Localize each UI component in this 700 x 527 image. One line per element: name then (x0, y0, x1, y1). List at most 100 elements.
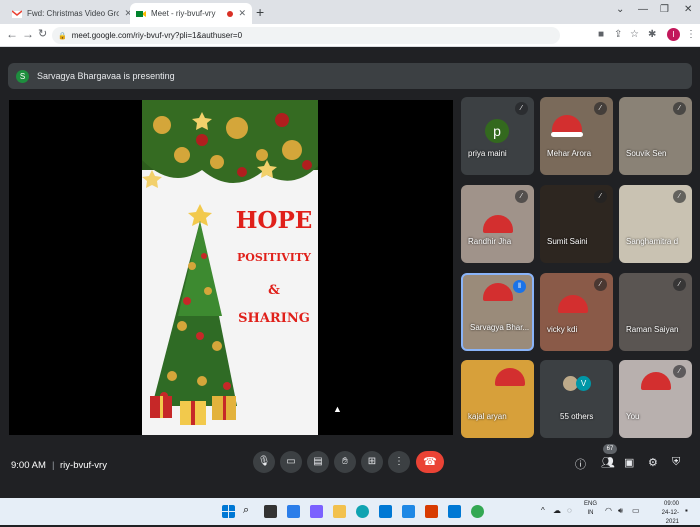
participant-name: kajal aryan (468, 412, 507, 421)
menu-kebab-icon[interactable]: ⋮ (686, 29, 696, 40)
present-button[interactable]: ⊞ (361, 451, 383, 473)
meeting-details-icon[interactable]: ⓘ (575, 456, 586, 472)
zoom-icon[interactable] (402, 505, 415, 518)
mic-muted-icon: ⁄ (594, 190, 607, 203)
mic-muted-icon: ⁄ (515, 102, 528, 115)
mic-muted-icon: ⁄ (673, 190, 686, 203)
share-icon[interactable]: ⇪ (614, 29, 622, 40)
captions-button[interactable]: ▤ (307, 451, 329, 473)
participant-name: You (626, 412, 640, 421)
participant-name: priya maini (468, 149, 507, 158)
participant-tile[interactable]: ⁄ Raman Saiyan (619, 273, 692, 351)
chrome-icon[interactable] (471, 505, 484, 518)
task-view-icon[interactable] (264, 505, 277, 518)
tab-search-icon[interactable]: ⌄ (616, 4, 624, 15)
slide-line-positivity: POSITIVITY (237, 251, 311, 264)
language-indicator[interactable]: ENG IN (584, 500, 597, 518)
search-icon[interactable]: ⌕ (243, 504, 256, 517)
participant-name: vicky kdi (547, 325, 578, 334)
mic-muted-icon: ⁄ (594, 102, 607, 115)
presenter-avatar: S (16, 69, 29, 83)
santa-hat-image (483, 215, 513, 233)
new-tab-icon[interactable]: + (256, 4, 264, 20)
participant-name: Raman Saiyan (626, 325, 679, 334)
santa-hat-image (641, 372, 671, 390)
meeting-time: 9:00 AM (11, 460, 46, 471)
participant-tile-self[interactable]: ⁄ You (619, 360, 692, 438)
chat-icon[interactable]: ▣ (624, 456, 634, 469)
participant-tile[interactable]: kajal aryan (461, 360, 534, 438)
windows-start-icon[interactable] (222, 505, 235, 518)
extensions-icon[interactable]: ✱ (648, 29, 656, 40)
close-window-icon[interactable]: ✕ (684, 4, 692, 15)
christmas-tree-image (150, 204, 237, 425)
address-bar[interactable]: 🔒 meet.google.com/riy-bvuf-vry?pli=1&aut… (52, 27, 560, 44)
presenting-banner: S Sarvagya Bhargavaa is presenting (8, 63, 692, 89)
minimize-icon[interactable]: — (638, 4, 648, 15)
slide-line-sharing: SHARING (238, 311, 310, 326)
widgets-icon[interactable] (287, 505, 300, 518)
volume-icon[interactable]: 🔊︎ (618, 506, 623, 516)
tab-meet[interactable]: Meet - riy-bvuf-vry ✕ (130, 3, 252, 24)
participant-tile[interactable]: ⁄ Sumit Saini (540, 185, 613, 263)
separator: | (52, 460, 55, 471)
camera-button[interactable]: ▭ (280, 451, 302, 473)
participant-tile-overflow[interactable]: V 55 others (540, 360, 613, 438)
battery-icon[interactable]: ▭ (632, 506, 640, 515)
participant-tile[interactable]: ⁄ vicky kdi (540, 273, 613, 351)
file-explorer-icon[interactable] (333, 505, 346, 518)
lang-line2: IN (587, 510, 594, 516)
participant-tile[interactable]: ⁄ Mehar Arora (540, 97, 613, 175)
mail-icon[interactable] (448, 505, 461, 518)
avatar: p (485, 119, 509, 143)
participant-name: Mehar Arora (547, 149, 592, 158)
microphone-icon: 🎙︎ (257, 456, 271, 467)
presentation-stage[interactable]: HOPE POSITIVITY & SHARING (9, 100, 453, 435)
reload-icon[interactable]: ↻ (38, 27, 47, 40)
tray-overflow-icon[interactable]: ^ (541, 506, 545, 515)
tab-gmail[interactable]: Fwd: Christmas Video Group A a ✕ (6, 3, 138, 24)
cloud-icon[interactable]: ☁ (553, 506, 561, 515)
taskbar-clock[interactable]: 09:00 24-12-2021 (655, 500, 679, 527)
slide-heading: HOPE (235, 207, 313, 234)
more-options-button[interactable]: ⋮ (388, 451, 410, 473)
activities-icon[interactable]: ⚙ (648, 456, 658, 469)
slide-line-ampersand: & (268, 283, 280, 298)
camera-indicator-icon[interactable]: ■ (598, 29, 604, 40)
maximize-icon[interactable]: ❐ (660, 4, 669, 15)
bookmark-star-icon[interactable]: ☆ (630, 29, 639, 40)
store-icon[interactable] (379, 505, 392, 518)
host-controls-icon[interactable]: ⛨ (672, 456, 680, 469)
wifi-icon[interactable]: ◠ (605, 506, 612, 515)
back-icon[interactable]: ← (6, 27, 18, 41)
participant-tile[interactable]: p ⁄ priya maini (461, 97, 534, 175)
raise-hand-button[interactable]: ✋︎ (334, 451, 356, 473)
close-icon[interactable]: ✕ (238, 8, 246, 19)
santa-hat-rim (551, 132, 583, 137)
christmas-garland-image (142, 100, 318, 188)
browser-tab-strip: Fwd: Christmas Video Group A a ✕ Meet - … (0, 0, 700, 24)
captions-icon: ▤ (313, 456, 323, 467)
office-icon[interactable] (425, 505, 438, 518)
santa-hat-image (483, 283, 513, 301)
participant-tile[interactable]: ⁄ Souvik Sen (619, 97, 692, 175)
participant-tile[interactable]: ⁄ Sanghamitra d (619, 185, 692, 263)
profile-avatar[interactable]: I (667, 28, 680, 41)
participant-tile[interactable]: ⁄ Randhir Jha (461, 185, 534, 263)
participant-name: Sanghamitra d (626, 237, 679, 246)
edge-icon[interactable] (356, 505, 369, 518)
chat-bubble-icon[interactable]: ◌ (567, 506, 572, 515)
forward-icon[interactable]: → (22, 27, 34, 41)
participant-tile[interactable]: ⦀ Sarvagya Bhar... (461, 273, 534, 351)
leave-call-button[interactable]: ☎ (416, 451, 444, 473)
participant-name: Randhir Jha (468, 237, 512, 246)
avatar: V (576, 376, 591, 391)
participant-name: Sumit Saini (547, 237, 588, 246)
mouse-cursor-icon: ▲ (333, 404, 342, 414)
teams-chat-icon[interactable] (310, 505, 323, 518)
meet-icon (136, 10, 146, 17)
people-icon[interactable]: 👥︎ (601, 456, 615, 469)
notification-icon[interactable]: ▪ (685, 506, 688, 515)
speaking-indicator-icon: ⦀ (513, 280, 526, 293)
microphone-button[interactable]: 🎙︎ (253, 451, 275, 473)
